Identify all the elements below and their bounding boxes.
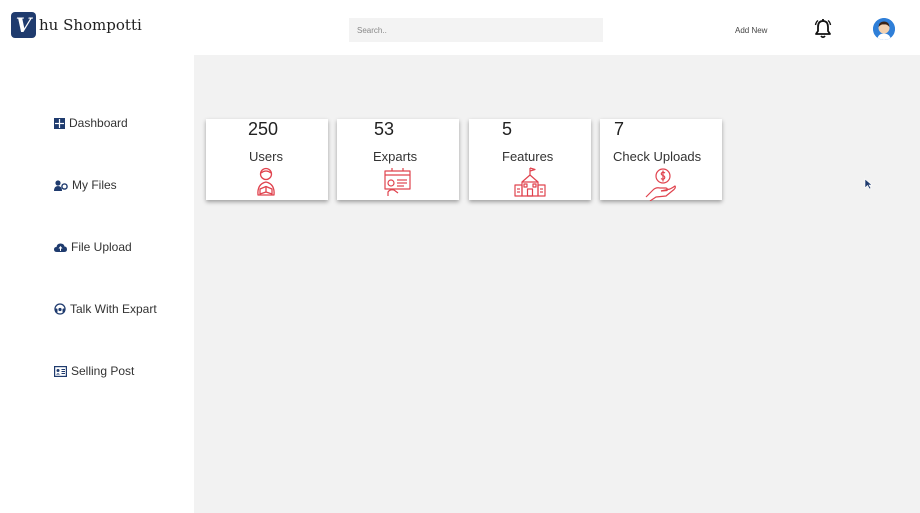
- presentation-board-icon: [384, 168, 411, 196]
- sidebar-item-selling-post[interactable]: Selling Post: [54, 364, 134, 378]
- brand-logo[interactable]: V hu Shompotti: [11, 12, 142, 38]
- grid-icon: [54, 117, 65, 129]
- users-icon: [54, 179, 68, 191]
- bell-icon[interactable]: [813, 18, 833, 40]
- cloud-upload-icon: [54, 243, 67, 252]
- brand-name: hu Shompotti: [39, 16, 142, 34]
- stat-value: 5: [502, 119, 513, 139]
- stat-card-exparts[interactable]: 53 Exparts: [337, 119, 459, 200]
- logo-badge: V: [11, 12, 36, 38]
- user-avatar[interactable]: [873, 18, 895, 40]
- add-new-link[interactable]: Add New: [735, 26, 767, 35]
- stat-label: Features: [502, 149, 554, 164]
- reading-person-icon: [257, 167, 275, 196]
- mouse-cursor-icon: [864, 178, 873, 190]
- id-card-icon: [54, 365, 67, 377]
- stat-card-features[interactable]: 5 Features: [469, 119, 591, 200]
- sidebar-item-label: Talk With Expart: [70, 302, 157, 316]
- sidebar-item-file-upload[interactable]: File Upload: [54, 240, 132, 254]
- sidebar-item-label: My Files: [72, 178, 117, 192]
- sidebar: Dashboard My Files File Upload Talk With…: [0, 62, 194, 513]
- headset-icon: [54, 303, 66, 315]
- sidebar-item-label: File Upload: [71, 240, 132, 254]
- stat-card-users[interactable]: 250 Users: [206, 119, 328, 200]
- sidebar-item-label: Dashboard: [69, 116, 128, 130]
- sidebar-item-my-files[interactable]: My Files: [54, 178, 117, 192]
- sidebar-item-label: Selling Post: [71, 364, 135, 378]
- stat-card-check-uploads[interactable]: 7 Check Uploads: [600, 119, 722, 201]
- sidebar-item-talk-with-expart[interactable]: Talk With Expart: [54, 302, 157, 316]
- search-input[interactable]: [349, 18, 603, 42]
- stat-label: Exparts: [373, 149, 418, 164]
- stat-value: 53: [374, 119, 395, 139]
- top-bar: V hu Shompotti Add New: [0, 0, 920, 62]
- hand-coin-icon: [645, 168, 676, 201]
- stat-label: Users: [249, 149, 283, 164]
- sidebar-item-dashboard[interactable]: Dashboard: [54, 116, 128, 130]
- stat-label: Check Uploads: [613, 149, 702, 164]
- main-content: 250 Users 53 Exparts 5 Features 7 Check …: [194, 55, 920, 513]
- school-building-icon: [514, 167, 546, 197]
- stat-value: 250: [248, 119, 279, 139]
- stat-value: 7: [614, 119, 625, 139]
